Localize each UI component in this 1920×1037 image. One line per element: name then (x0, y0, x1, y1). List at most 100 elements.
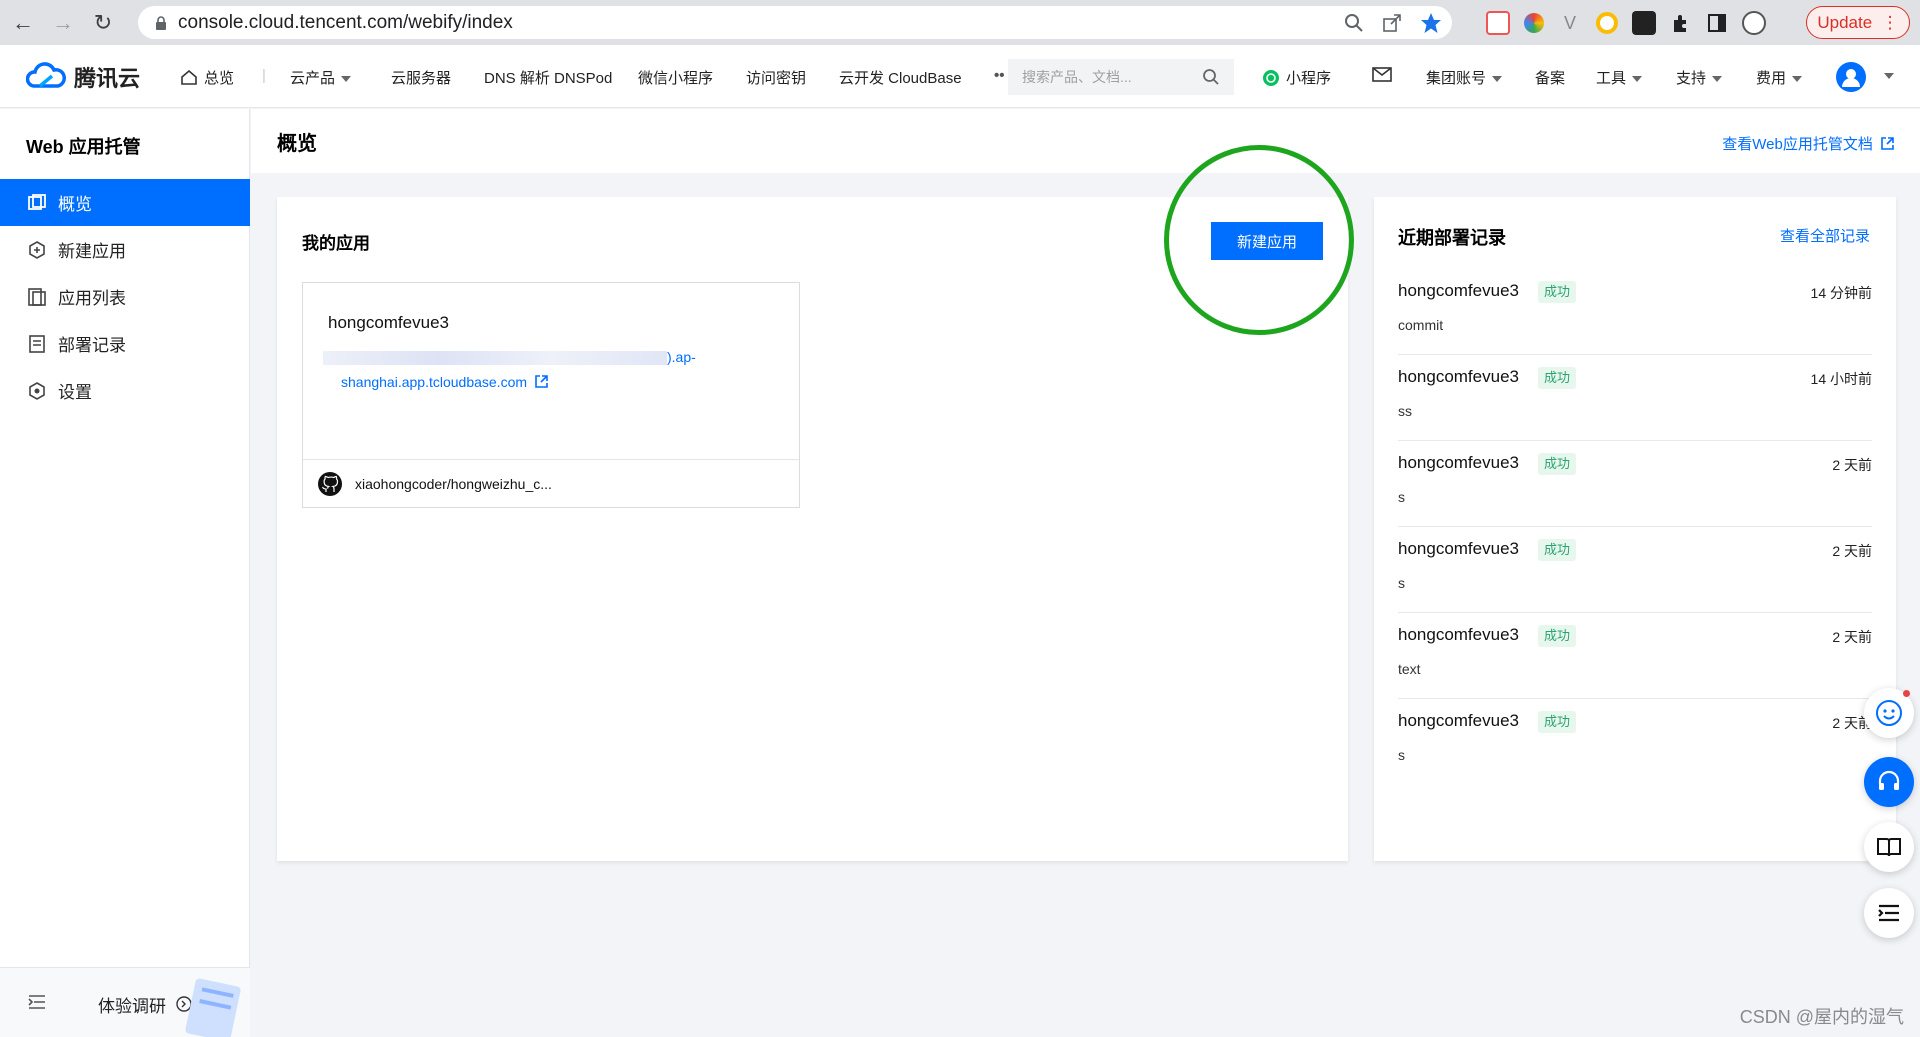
watermark: CSDN @屋内的湿气 (1739, 1007, 1904, 1027)
chevron-down-icon (1492, 76, 1503, 83)
doc-link[interactable]: 查看Web应用托管文档 (1722, 133, 1894, 154)
collapse-sidebar-icon[interactable] (28, 994, 46, 1010)
browser-toolbar: ← → ↻ console.cloud.tencent.com/webify/i… (0, 0, 1920, 45)
list-icon (1878, 904, 1899, 922)
chevron-down-icon (1712, 76, 1723, 83)
app-card[interactable]: hongcomfevue3 ).ap- shanghai.app.tcloudb… (302, 282, 800, 508)
bookmark-star-icon[interactable] (1420, 12, 1442, 34)
extensions-puzzle-icon[interactable] (1670, 12, 1692, 34)
miniprogram-icon (1263, 70, 1279, 86)
deploy-row[interactable]: hongcomfevue3 成功 2 天前 s (1398, 441, 1872, 527)
deploy-message: commit (1398, 317, 1444, 333)
nav-overview[interactable]: 总览 (180, 67, 234, 88)
settings-icon (29, 381, 45, 400)
side-panel-icon[interactable] (1706, 12, 1728, 34)
nav-wechat-miniprogram[interactable]: 微信小程序 (638, 67, 713, 88)
extension-red-icon[interactable] (1486, 10, 1510, 35)
account-chevron-icon[interactable] (1878, 67, 1894, 84)
deploy-row[interactable]: hongcomfevue3 成功 2 天前 s (1398, 699, 1872, 785)
redacted-url (323, 351, 667, 366)
search-input[interactable] (1022, 69, 1202, 85)
nav-cloudbase[interactable]: 云开发 CloudBase (839, 67, 962, 88)
deploy-app-name: hongcomfevue3 (1398, 625, 1519, 644)
nav-billing[interactable]: 费用 (1756, 67, 1803, 88)
deploy-app-name: hongcomfevue3 (1398, 281, 1519, 300)
deploy-row[interactable]: hongcomfevue3 成功 2 天前 text (1398, 613, 1872, 699)
repo-name: xiaohongcoder/hongweizhu_c... (355, 475, 552, 492)
extension-v-icon[interactable]: V (1558, 10, 1582, 35)
deploy-records-card: 近期部署记录 查看全部记录 hongcomfevue3 成功 14 分钟前 commi… (1374, 197, 1896, 861)
reload-icon[interactable]: ↻ (86, 6, 120, 40)
share-icon[interactable] (1382, 13, 1402, 33)
deploy-message: s (1398, 575, 1405, 591)
menu-list-button[interactable] (1864, 888, 1914, 938)
nav-divider: | (262, 67, 266, 84)
docs-button[interactable] (1864, 822, 1914, 872)
url-text: console.cloud.tencent.com/webify/index (178, 11, 513, 33)
nav-support[interactable]: 支持 (1676, 67, 1723, 88)
zoom-icon[interactable] (1344, 13, 1364, 33)
my-apps-title: 我的应用 (302, 234, 370, 253)
avatar[interactable] (1836, 62, 1866, 92)
deploy-time: 14 小时前 (1810, 371, 1872, 387)
new-app-icon (29, 240, 45, 259)
deploy-row[interactable]: hongcomfevue3 成功 14 小时前 ss (1398, 355, 1872, 441)
extension-color-icon[interactable] (1524, 12, 1544, 33)
nav-cvm[interactable]: 云服务器 (391, 67, 451, 88)
deploy-record-icon (29, 334, 45, 353)
app-url-line2[interactable]: shanghai.app.tcloudbase.com (341, 374, 548, 390)
nav-group-account[interactable]: 集团账号 (1426, 67, 1503, 88)
sidebar: Web 应用托管 概览 新建应用 应用列表 部署记录 设置 体验调研 (0, 109, 250, 1037)
highlight-circle (1164, 145, 1354, 335)
page-header: 概览 查看Web应用托管文档 (251, 109, 1920, 173)
sidebar-item-app-list[interactable]: 应用列表 (0, 273, 250, 320)
external-link-icon (535, 375, 548, 388)
sidebar-item-new-app[interactable]: 新建应用 (0, 226, 250, 273)
sidebar-item-settings[interactable]: 设置 (0, 367, 250, 414)
app-repo: xiaohongcoder/hongweizhu_c... (303, 459, 799, 507)
extension-ring-icon[interactable] (1596, 11, 1618, 34)
smiley-feedback-button[interactable] (1864, 688, 1914, 738)
deploy-app-name: hongcomfevue3 (1398, 539, 1519, 558)
smiley-icon (1876, 700, 1902, 726)
status-badge: 成功 (1538, 281, 1577, 303)
sidebar-item-overview[interactable]: 概览 (0, 179, 250, 226)
headset-icon (1878, 770, 1900, 790)
nav-dns[interactable]: DNS 解析 DNSPod (484, 67, 612, 88)
app-list-icon (28, 287, 46, 306)
deploy-row[interactable]: hongcomfevue3 成功 14 分钟前 commit (1398, 269, 1872, 355)
product-search[interactable] (1008, 59, 1234, 95)
top-navigation: 腾讯云 总览 | 云产品 云服务器 DNS 解析 DNSPod 微信小程序 访问… (0, 45, 1920, 108)
more-icon[interactable]: •• (994, 67, 1005, 84)
cloud-logo-icon (26, 62, 66, 88)
status-badge: 成功 (1538, 453, 1577, 475)
tencent-cloud-logo[interactable]: 腾讯云 (26, 61, 140, 93)
user-icon (1842, 69, 1860, 87)
profile-panda-icon[interactable] (1742, 10, 1766, 35)
survey-link[interactable]: 体验调研 (98, 992, 166, 1017)
search-icon[interactable] (1202, 68, 1220, 86)
deploy-row[interactable]: hongcomfevue3 成功 2 天前 s (1398, 527, 1872, 613)
app-url-line1[interactable]: ).ap- (323, 349, 696, 366)
view-all-link[interactable]: 查看全部记录 (1780, 225, 1870, 246)
deploy-time: 14 分钟前 (1810, 285, 1872, 301)
nav-miniprogram[interactable]: 小程序 (1262, 67, 1331, 88)
nav-access-key[interactable]: 访问密钥 (746, 67, 806, 88)
nav-products[interactable]: 云产品 (290, 67, 352, 88)
external-link-icon (1881, 137, 1894, 150)
back-icon[interactable]: ← (6, 6, 40, 40)
customer-service-button[interactable] (1864, 757, 1914, 807)
extension-dark-icon[interactable] (1632, 10, 1656, 35)
mail-icon[interactable] (1372, 67, 1392, 86)
deploy-records-title: 近期部署记录 (1398, 228, 1506, 248)
github-icon (318, 471, 342, 496)
chevron-down-icon (1632, 76, 1643, 83)
status-badge: 成功 (1538, 711, 1577, 733)
nav-tools[interactable]: 工具 (1596, 67, 1643, 88)
address-bar[interactable]: console.cloud.tencent.com/webify/index (138, 6, 1452, 39)
nav-beian[interactable]: 备案 (1535, 67, 1565, 88)
sidebar-item-deploy-records[interactable]: 部署记录 (0, 320, 250, 367)
update-button[interactable]: Update ⋮ (1806, 6, 1910, 39)
forward-icon[interactable]: → (46, 6, 80, 40)
book-icon (1877, 838, 1901, 857)
